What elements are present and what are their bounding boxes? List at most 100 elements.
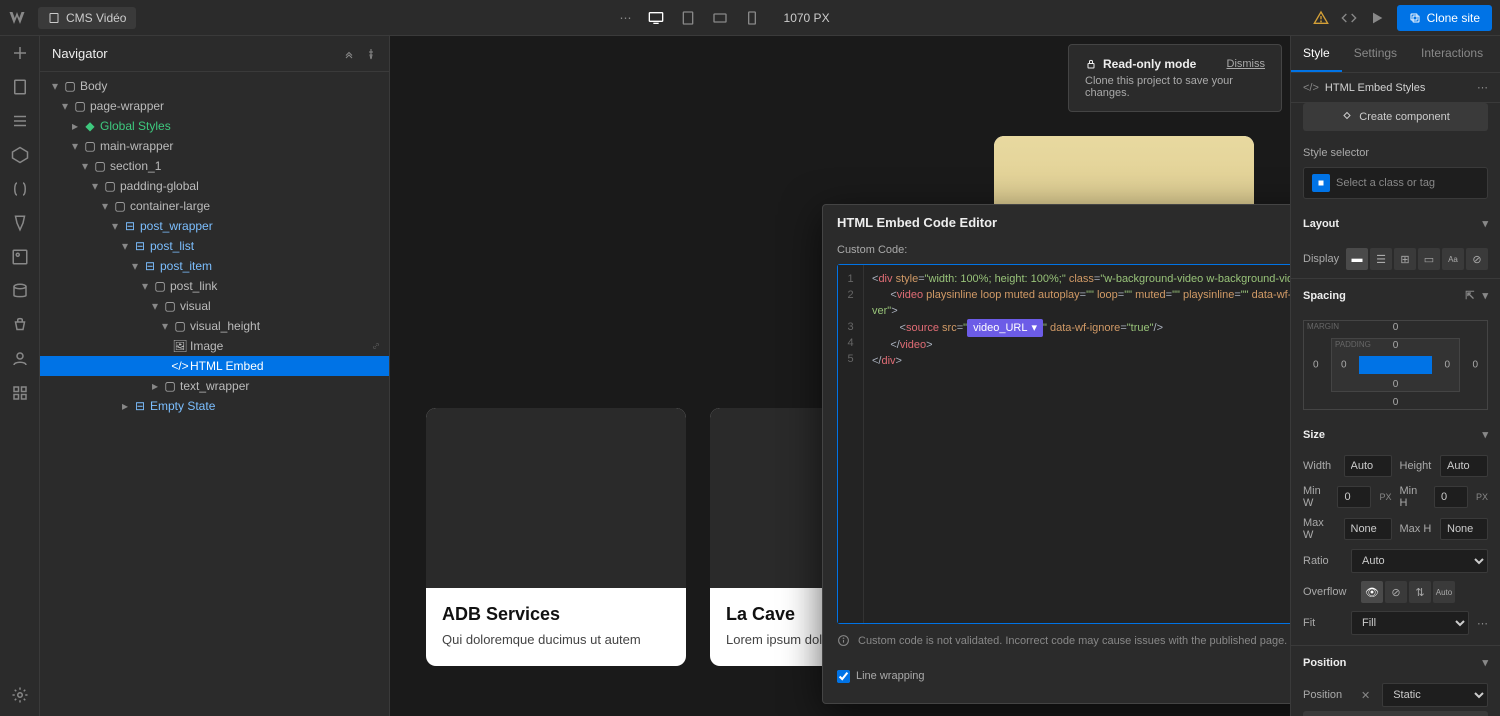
fit-select[interactable]: Fill [1351,611,1469,635]
position-clear-icon[interactable]: ✕ [1361,689,1370,702]
max-w-input[interactable] [1344,518,1392,540]
tree-empty-state[interactable]: ▸⊟Empty State [40,396,389,416]
code-gutter: 12345 [838,265,864,623]
more-icon[interactable]: ⋯ [620,11,632,25]
preview-icon[interactable] [1369,10,1385,26]
tree-html-embed[interactable]: </>HTML Embed [40,356,389,376]
webflow-logo-icon[interactable] [8,9,26,27]
info-icon [837,634,850,647]
right-panel: Style Settings Interactions </>HTML Embe… [1290,36,1500,716]
add-icon[interactable] [11,44,29,62]
cms-icon[interactable] [11,282,29,300]
display-inline-icon[interactable]: Aa [1442,248,1464,270]
tree-text-wrapper[interactable]: ▸▢text_wrapper [40,376,389,396]
height-input[interactable] [1440,455,1488,477]
fit-more-icon[interactable]: ⋯ [1477,617,1488,630]
line-wrapping-checkbox[interactable]: Line wrapping [837,670,925,683]
tree-post-wrapper[interactable]: ▾⊟post_wrapper [40,216,389,236]
position-select[interactable]: Static [1382,683,1488,707]
code-editor[interactable]: 12345 <div style="width: 100%; height: 1… [837,264,1290,624]
size-width-height: Width Height [1291,451,1500,481]
display-block-icon[interactable]: ▬ [1346,248,1368,270]
clone-site-button[interactable]: Clone site [1397,5,1492,31]
lock-icon [1085,58,1097,70]
field-chip[interactable]: video_URL▾ [967,319,1043,337]
overflow-auto-icon[interactable]: Auto [1433,581,1455,603]
min-h-input[interactable] [1434,486,1468,508]
min-w-input[interactable] [1337,486,1371,508]
spacing-editor[interactable]: Margin Padding 0 0 0 0 0 0 0 0 [1303,320,1488,410]
apps-icon[interactable] [11,384,29,402]
card[interactable]: ADB ServicesQui doloremque ducimus ut au… [426,408,686,665]
topbar-center: ⋯ 1070 PX [136,10,1312,26]
settings-gear-icon[interactable] [11,686,29,704]
tree-page-wrapper[interactable]: ▾▢page-wrapper [40,96,389,116]
navigator-tree: ▾▢Body ▾▢page-wrapper ▸◆Global Styles ▾▢… [40,72,389,716]
components-icon[interactable] [11,146,29,164]
overflow-hidden-icon[interactable]: ⊘ [1385,581,1407,603]
create-component-button[interactable]: Create component [1303,103,1488,131]
overflow-scroll-icon[interactable]: ⇅ [1409,581,1431,603]
overflow-visible-icon[interactable]: 👁 [1361,581,1383,603]
tab-style[interactable]: Style [1291,36,1342,72]
tab-interactions[interactable]: Interactions [1409,36,1495,72]
mobile-icon[interactable] [744,10,760,26]
tree-post-list[interactable]: ▾⊟post_list [40,236,389,256]
tree-image[interactable]: 🖼Image [40,336,389,356]
ratio-select[interactable]: Auto [1351,549,1488,573]
tree-body[interactable]: ▾▢Body [40,76,389,96]
float-clear-button[interactable]: ▸Float and clear [1303,711,1488,716]
collapse-icon[interactable] [343,48,355,60]
class-chip-icon [1312,174,1330,192]
users-icon[interactable] [11,350,29,368]
tree-global-styles[interactable]: ▸◆Global Styles [40,116,389,136]
top-bar: CMS Vidéo ⋯ 1070 PX Clone site [0,0,1500,36]
tree-post-link[interactable]: ▾▢post_link [40,276,389,296]
display-inline-block-icon[interactable]: ▭ [1418,248,1440,270]
pages-icon[interactable] [11,78,29,96]
tree-visual-height[interactable]: ▾▢visual_height [40,316,389,336]
tab-settings[interactable]: Settings [1342,36,1409,72]
spacing-edit-icon[interactable]: ⇱ [1465,289,1474,302]
position-section[interactable]: Position▾ [1291,646,1500,679]
more-options-icon[interactable]: ⋯ [1477,81,1488,94]
display-flex-icon[interactable]: ☰ [1370,248,1392,270]
ecommerce-icon[interactable] [11,316,29,334]
display-none-icon[interactable]: ⊘ [1466,248,1488,270]
tablet-icon[interactable] [680,10,696,26]
layout-section[interactable]: Layout▾ [1291,207,1500,240]
topbar-right: Clone site [1313,5,1492,31]
page-selector[interactable]: CMS Vidéo [38,7,136,29]
display-grid-icon[interactable]: ⊞ [1394,248,1416,270]
pin-icon[interactable] [365,48,377,60]
styles-icon[interactable] [11,214,29,232]
tree-padding-global[interactable]: ▾▢padding-global [40,176,389,196]
max-h-input[interactable] [1440,518,1488,540]
class-selector[interactable]: Select a class or tag [1303,167,1488,199]
warning-icon[interactable] [1313,10,1329,26]
size-section[interactable]: Size▾ [1291,418,1500,451]
tree-visual[interactable]: ▾▢visual [40,296,389,316]
position-row: Position ✕ Static [1291,679,1500,711]
card-text: Qui doloremque ducimus ut autem [442,631,670,649]
variables-icon[interactable] [11,180,29,198]
link-indicator-icon [371,341,381,351]
toast-dismiss[interactable]: Dismiss [1227,58,1266,70]
size-min: Min WPX Min HPX [1291,481,1500,513]
spacing-section[interactable]: Spacing⇱▾ [1291,279,1500,312]
clone-label: Clone site [1427,11,1480,25]
tree-section-1[interactable]: ▾▢section_1 [40,156,389,176]
code-content[interactable]: <div style="width: 100%; height: 100%;" … [864,265,1290,623]
style-selector-label: Style selector [1303,147,1369,159]
display-row: Display ▬ ☰ ⊞ ▭ Aa ⊘ [1291,240,1500,279]
tree-post-item[interactable]: ▾⊟post_item [40,256,389,276]
nav-tree-icon[interactable] [11,112,29,130]
tablet-landscape-icon[interactable] [712,10,728,26]
readonly-toast: Read-only mode Dismiss Clone this projec… [1068,44,1282,112]
desktop-icon[interactable] [648,10,664,26]
assets-icon[interactable] [11,248,29,266]
tree-main-wrapper[interactable]: ▾▢main-wrapper [40,136,389,156]
code-icon[interactable] [1341,10,1357,26]
width-input[interactable] [1344,455,1392,477]
tree-container-large[interactable]: ▾▢container-large [40,196,389,216]
